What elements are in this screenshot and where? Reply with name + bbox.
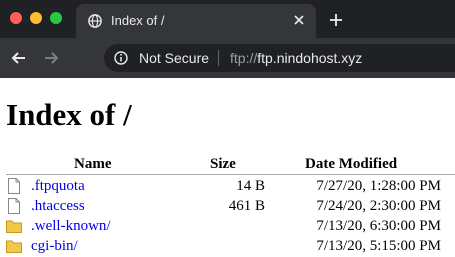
info-icon[interactable] <box>114 51 128 65</box>
back-arrow-icon[interactable] <box>10 49 28 67</box>
close-window-button[interactable] <box>10 12 22 24</box>
url-text[interactable]: ftp://ftp.nindohost.xyz <box>230 50 362 66</box>
file-date: 7/13/20, 6:30:00 PM <box>316 218 441 234</box>
tab-active[interactable]: Index of / <box>76 4 316 38</box>
file-icon <box>8 198 20 214</box>
table-row: .ftpquota 14 B 7/27/20, 1:28:00 PM <box>0 177 455 197</box>
page-content: Index of / Name Size Date Modified .ftpq… <box>0 78 455 257</box>
folder-link[interactable]: cgi-bin/ <box>31 238 78 255</box>
security-label[interactable]: Not Secure <box>139 50 209 66</box>
table-row: .well-known/ 7/13/20, 6:30:00 PM <box>0 217 455 237</box>
address-bar[interactable]: Not Secure ftp://ftp.nindohost.xyz <box>104 44 455 72</box>
table-row: .htaccess 461 B 7/24/20, 2:30:00 PM <box>0 197 455 217</box>
globe-icon <box>88 14 102 28</box>
url-scheme: ftp:// <box>230 50 258 66</box>
column-header-name[interactable]: Name <box>74 156 112 173</box>
file-date: 7/24/20, 2:30:00 PM <box>316 198 441 214</box>
close-icon[interactable] <box>292 13 306 27</box>
minimize-window-button[interactable] <box>30 12 42 24</box>
tab-title: Index of / <box>111 13 165 28</box>
maximize-window-button[interactable] <box>50 12 62 24</box>
column-header-size[interactable]: Size <box>210 156 236 173</box>
browser-toolbar: Not Secure ftp://ftp.nindohost.xyz <box>0 38 455 78</box>
file-date: 7/27/20, 1:28:00 PM <box>316 178 441 194</box>
file-date: 7/13/20, 5:15:00 PM <box>316 238 441 254</box>
omnibox-divider <box>218 50 219 66</box>
page-title: Index of / <box>6 97 132 132</box>
new-tab-icon[interactable] <box>328 12 344 28</box>
file-size: 14 B <box>236 178 265 194</box>
file-size: 461 B <box>228 198 265 214</box>
folder-icon <box>6 240 22 253</box>
column-header-date[interactable]: Date Modified <box>305 156 397 173</box>
file-icon <box>8 178 20 194</box>
url-host: ftp.nindohost.xyz <box>257 50 363 66</box>
forward-arrow-icon[interactable] <box>42 49 60 67</box>
folder-link[interactable]: .well-known/ <box>31 218 111 235</box>
file-link[interactable]: .htaccess <box>31 198 85 215</box>
file-link[interactable]: .ftpquota <box>31 178 85 195</box>
folder-icon <box>6 220 22 233</box>
table-row: cgi-bin/ 7/13/20, 5:15:00 PM <box>0 237 455 257</box>
header-divider <box>6 174 455 175</box>
tab-bar: Index of / <box>0 0 455 38</box>
